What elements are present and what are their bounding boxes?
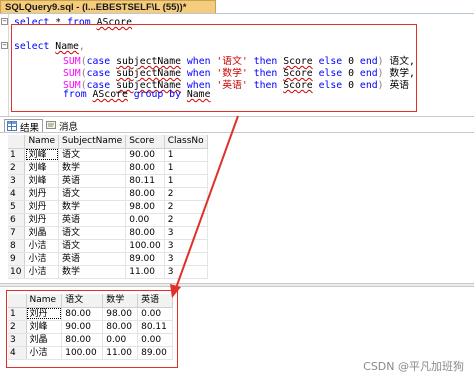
table-row[interactable]: 9 小洁 英语 89.00 3 xyxy=(8,252,208,266)
collapse-icon[interactable]: − xyxy=(1,18,8,25)
table-cell[interactable]: 1 xyxy=(164,161,208,175)
row-number-cell[interactable]: 10 xyxy=(8,265,26,279)
tab-messages[interactable]: 消息 xyxy=(44,119,79,133)
table-cell[interactable]: 3 xyxy=(164,239,208,253)
table-cell[interactable]: 80.00 xyxy=(125,187,165,201)
table-cell[interactable]: 语文 xyxy=(58,239,127,253)
table-cell[interactable]: 数学 xyxy=(58,200,127,214)
table-cell[interactable]: 98.00 xyxy=(125,200,165,214)
table-cell[interactable]: 刘晶 xyxy=(24,226,60,240)
table-cell[interactable]: 小洁 xyxy=(24,252,60,266)
message-icon xyxy=(46,121,56,129)
table-row[interactable]: 5 刘丹 数学 98.00 2 xyxy=(8,200,208,214)
table-cell[interactable]: 刘丹 xyxy=(24,187,60,201)
table-cell[interactable]: 数学 xyxy=(58,161,127,175)
table-row[interactable]: 2 刘峰 数学 80.00 1 xyxy=(8,161,208,175)
table-cell[interactable]: 数学 xyxy=(58,265,127,279)
tab-results-label: 结果 xyxy=(20,123,40,134)
table-cell[interactable]: 小洁 xyxy=(24,265,60,279)
table-cell[interactable]: 英语 xyxy=(58,252,127,266)
table-cell[interactable]: 80.00 xyxy=(125,161,165,175)
row-number-cell[interactable]: 3 xyxy=(8,174,26,188)
table-cell[interactable]: 语文 xyxy=(58,226,127,240)
table-row[interactable]: 1 刘峰 语文 90.00 1 xyxy=(8,148,208,162)
editor-tab-bar: SQLQuery9.sql - (l...EBESTSELF\L (55))* xyxy=(0,0,474,13)
table-cell[interactable]: 90.00 xyxy=(125,148,165,162)
table-cell[interactable]: 小洁 xyxy=(24,239,60,253)
table-cell[interactable]: 100.00 xyxy=(125,239,165,253)
table-row[interactable]: 3 刘峰 英语 80.11 1 xyxy=(8,174,208,188)
table-cell[interactable]: 2 xyxy=(164,200,208,214)
table-row[interactable]: 10 小洁 数学 11.00 3 xyxy=(8,265,208,279)
row-number-cell[interactable]: 6 xyxy=(8,213,26,227)
table-cell[interactable]: 3 xyxy=(164,265,208,279)
table-cell[interactable]: 刘丹 xyxy=(24,213,60,227)
grid-header-row: Name SubjectName Score ClassNo xyxy=(8,135,208,149)
editor-gutter: − − xyxy=(0,14,9,116)
tab-messages-label: 消息 xyxy=(59,122,79,133)
row-number-cell[interactable]: 1 xyxy=(8,148,26,162)
grid-icon xyxy=(7,121,17,131)
results-grid-raw[interactable]: Name SubjectName Score ClassNo 1 刘峰 语文 90.0… xyxy=(8,135,208,279)
highlight-box-query xyxy=(11,24,417,112)
table-cell[interactable]: 英语 xyxy=(58,213,127,227)
table-cell[interactable]: 英语 xyxy=(58,174,127,188)
column-header[interactable]: Name xyxy=(24,135,60,149)
table-cell[interactable]: 1 xyxy=(164,148,208,162)
table-row[interactable]: 6 刘丹 英语 0.00 2 xyxy=(8,213,208,227)
highlight-box-result xyxy=(6,290,178,368)
table-cell[interactable]: 语文 xyxy=(58,187,127,201)
table-cell[interactable]: 80.00 xyxy=(125,226,165,240)
table-cell[interactable]: 刘丹 xyxy=(24,200,60,214)
row-number-header xyxy=(8,135,26,149)
table-cell[interactable]: 80.11 xyxy=(125,174,165,188)
table-cell[interactable]: 3 xyxy=(164,226,208,240)
table-cell[interactable]: 刘峰 xyxy=(24,174,60,188)
row-number-cell[interactable]: 9 xyxy=(8,252,26,266)
tab-results[interactable]: 结果 xyxy=(4,119,44,134)
row-number-cell[interactable]: 4 xyxy=(8,187,26,201)
column-header[interactable]: Score xyxy=(125,135,165,149)
results-splitter[interactable] xyxy=(0,283,474,287)
column-header[interactable]: ClassNo xyxy=(164,135,208,149)
column-header[interactable]: SubjectName xyxy=(58,135,127,149)
table-cell[interactable]: 3 xyxy=(164,252,208,266)
table-cell[interactable]: 89.00 xyxy=(125,252,165,266)
table-cell[interactable]: 刘峰 xyxy=(24,148,60,162)
row-number-cell[interactable]: 7 xyxy=(8,226,26,240)
table-cell[interactable]: 11.00 xyxy=(125,265,165,279)
row-number-cell[interactable]: 8 xyxy=(8,239,26,253)
table-cell[interactable]: 刘峰 xyxy=(24,161,60,175)
results-tab-bar: 结果 消息 xyxy=(0,116,474,134)
collapse-icon[interactable]: − xyxy=(1,42,8,49)
watermark: CSDN @平凡加班狗 xyxy=(363,360,464,373)
row-number-cell[interactable]: 2 xyxy=(8,161,26,175)
table-row[interactable]: 7 刘晶 语文 80.00 3 xyxy=(8,226,208,240)
table-row[interactable]: 8 小洁 语文 100.00 3 xyxy=(8,239,208,253)
table-row[interactable]: 4 刘丹 语文 80.00 2 xyxy=(8,187,208,201)
query-tab[interactable]: SQLQuery9.sql - (l...EBESTSELF\L (55))* xyxy=(0,0,216,13)
table-cell[interactable]: 语文 xyxy=(58,148,127,162)
table-cell[interactable]: 2 xyxy=(164,213,208,227)
table-cell[interactable]: 2 xyxy=(164,187,208,201)
table-cell[interactable]: 1 xyxy=(164,174,208,188)
table-cell[interactable]: 0.00 xyxy=(125,213,165,227)
row-number-cell[interactable]: 5 xyxy=(8,200,26,214)
